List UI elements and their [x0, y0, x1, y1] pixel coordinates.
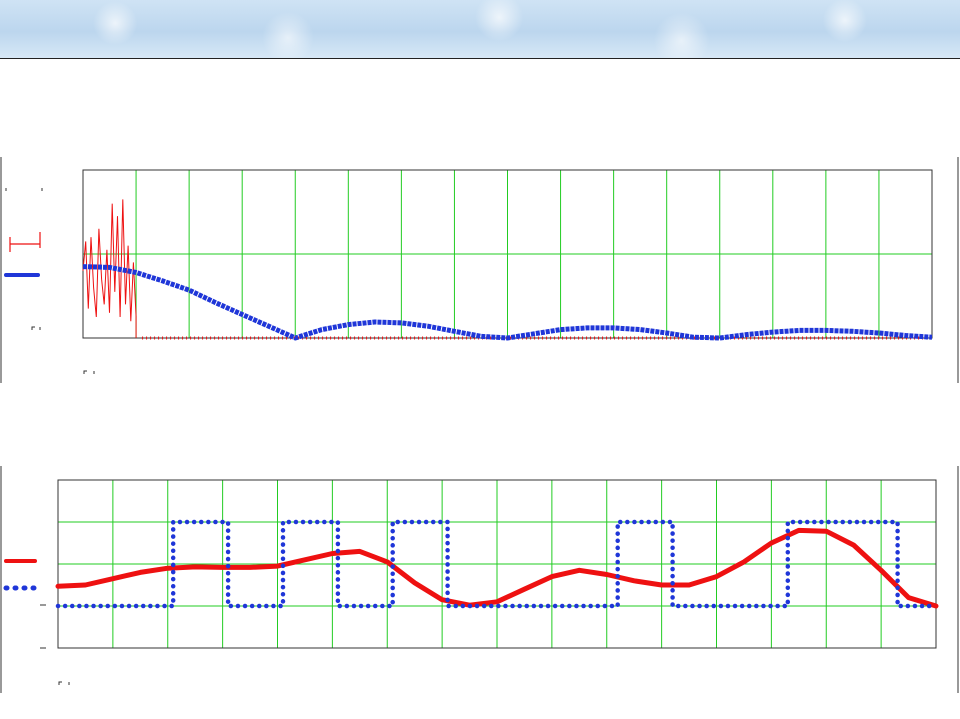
legend-dash-marks [40, 604, 70, 685]
panel-edges [0, 157, 959, 693]
series-noisy-red [82, 199, 137, 322]
bottom-chart-legend [3, 559, 70, 685]
figure-canvas [0, 157, 959, 693]
bottom-chart [55, 479, 939, 649]
legend-corner-marks [5, 188, 95, 374]
top-chart-legend [4, 188, 95, 374]
top-chart [82, 169, 933, 341]
legend-red-marker [9, 232, 41, 252]
